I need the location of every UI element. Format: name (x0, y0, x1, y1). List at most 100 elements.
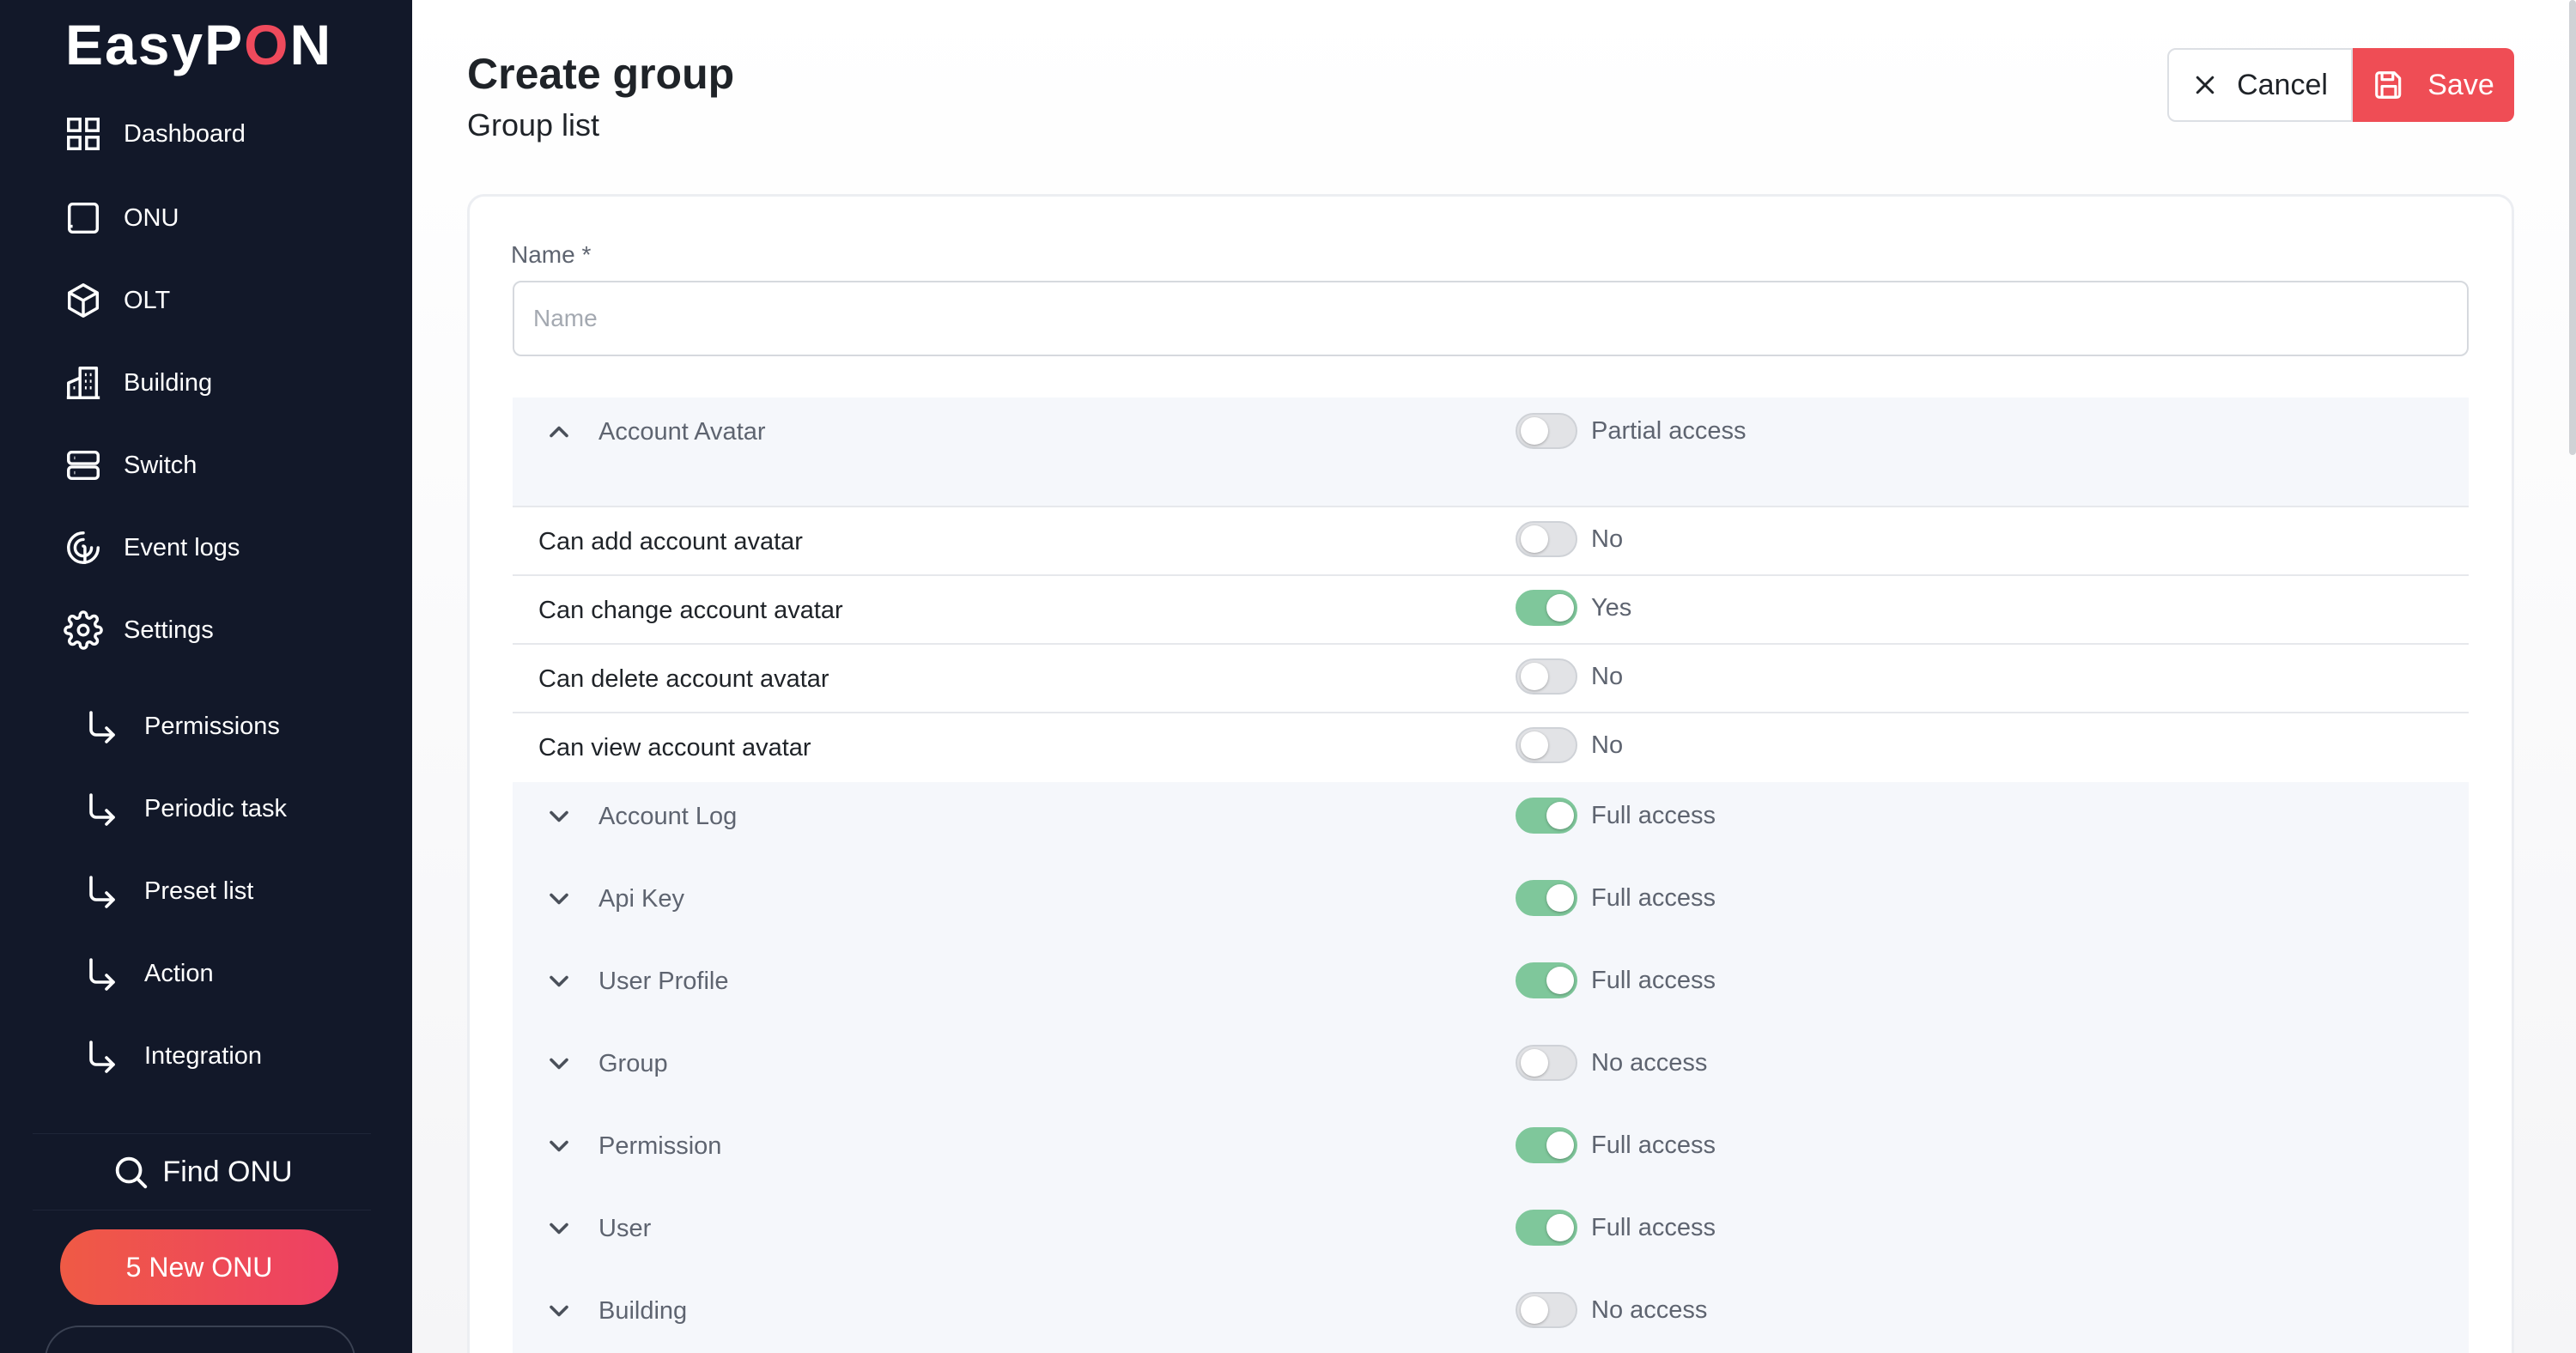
permission-row: Can change account avatar Yes (513, 576, 2469, 645)
permission-group-name: User Profile (598, 968, 729, 995)
sidebar-item-switch[interactable]: Switch (64, 441, 398, 489)
permission-row: Can delete account avatar No (513, 645, 2469, 713)
page-title: Create group (467, 50, 735, 98)
sidebar-item-olt[interactable]: OLT (64, 276, 398, 325)
permission-group-toggle[interactable]: Full access (1516, 962, 1716, 998)
logo-text-pre: EasyP (65, 13, 245, 76)
toggle-switch[interactable] (1516, 1045, 1577, 1081)
arrow-down-right-icon (86, 874, 117, 908)
fingerprint-icon (64, 528, 103, 567)
toggle-switch[interactable] (1516, 962, 1577, 998)
permission-group-toggle[interactable]: No access (1516, 1045, 1707, 1081)
access-status: Partial access (1591, 417, 1747, 445)
permission-group-user: User Full access (513, 1194, 2469, 1277)
sidebar-item-onu[interactable]: ONU (64, 194, 398, 242)
new-onu-button[interactable]: 5 New ONU (60, 1229, 338, 1305)
grid-icon (64, 114, 103, 154)
toggle-switch[interactable] (1516, 413, 1577, 449)
permission-group-name: Api Key (598, 885, 684, 913)
permission-group-name: Account Avatar (598, 418, 766, 446)
building-icon (64, 363, 103, 403)
toggle-switch[interactable] (1516, 521, 1577, 557)
arrow-down-right-icon (86, 792, 117, 826)
chevron-down-icon[interactable] (544, 883, 574, 914)
chevron-down-icon[interactable] (544, 1048, 574, 1079)
sidebar-bottom-button[interactable] (45, 1326, 355, 1353)
breadcrumb[interactable]: Group list (467, 106, 599, 144)
toggle-switch[interactable] (1516, 1127, 1577, 1163)
floppy-disk-icon (2375, 71, 2402, 99)
toggle-switch[interactable] (1516, 727, 1577, 763)
permission-group-permission: Permission Full access (513, 1112, 2469, 1194)
permission-group-name: Building (598, 1297, 688, 1325)
chevron-up-icon[interactable] (544, 416, 574, 447)
sidebar-item-label: Action (144, 959, 214, 987)
permission-status: No (1591, 525, 1624, 553)
sidebar-item-label: Settings (124, 616, 214, 644)
permission-group-api-key: Api Key Full access (513, 865, 2469, 947)
permission-row: Can view account avatar No (513, 713, 2469, 782)
sidebar-item-permissions[interactable]: Permissions (86, 702, 395, 750)
sidebar-item-label: Permissions (144, 712, 280, 740)
toggle-switch[interactable] (1516, 590, 1577, 626)
permission-name: Can add account avatar (538, 528, 803, 555)
sidebar-item-label: Building (124, 368, 213, 397)
chevron-down-icon[interactable] (544, 1131, 574, 1162)
permission-group-name: User (598, 1215, 652, 1242)
sidebar-item-preset-list[interactable]: Preset list (86, 867, 395, 915)
close-icon (2196, 76, 2215, 94)
server-icon (64, 446, 103, 485)
toggle-switch[interactable] (1516, 658, 1577, 695)
page-scrollbar[interactable] (2569, 0, 2576, 455)
gear-icon (64, 610, 103, 650)
permission-group-account-log: Account Log Full access (513, 782, 2469, 865)
save-button[interactable]: Save (2353, 48, 2514, 122)
access-status: Full access (1591, 1214, 1716, 1241)
sidebar-item-event-logs[interactable]: Event logs (64, 524, 398, 572)
arrow-down-right-icon (86, 1039, 117, 1073)
chevron-down-icon[interactable] (544, 1295, 574, 1326)
permission-group-toggle[interactable]: No access (1516, 1292, 1707, 1328)
access-status: No access (1591, 1296, 1708, 1324)
sidebar-item-integration[interactable]: Integration (86, 1032, 395, 1080)
sidebar-item-building[interactable]: Building (64, 359, 398, 407)
permission-toggle[interactable]: Yes (1516, 590, 1631, 626)
chevron-down-icon[interactable] (544, 1213, 574, 1244)
sidebar: EasyPON Dashboard ONU OLT Building Switc… (0, 0, 412, 1353)
cancel-button[interactable]: Cancel (2167, 48, 2353, 122)
toggle-switch[interactable] (1516, 880, 1577, 916)
toggle-switch[interactable] (1516, 798, 1577, 834)
toggle-switch[interactable] (1516, 1292, 1577, 1328)
permission-group-toggle[interactable]: Full access (1516, 1127, 1716, 1163)
permission-toggle[interactable]: No (1516, 521, 1623, 557)
permission-group-group: Group No access (513, 1029, 2469, 1112)
app-logo[interactable]: EasyPON (65, 12, 332, 77)
sidebar-item-periodic-task[interactable]: Periodic task (86, 785, 395, 833)
new-onu-label: 5 New ONU (125, 1251, 273, 1283)
permission-group-toggle[interactable]: Full access (1516, 1210, 1716, 1246)
save-label: Save (2427, 68, 2494, 101)
sidebar-item-action[interactable]: Action (86, 950, 395, 998)
permission-group-toggle[interactable]: Partial access (1516, 413, 1747, 449)
chevron-down-icon[interactable] (544, 966, 574, 997)
main-content: Create group Group list Cancel Save Name… (412, 0, 2576, 1353)
name-input[interactable] (513, 281, 2469, 356)
chevron-down-icon[interactable] (544, 801, 574, 832)
permission-group-toggle[interactable]: Full access (1516, 798, 1716, 834)
permission-group-user-profile: User Profile Full access (513, 947, 2469, 1029)
permission-group-name: Permission (598, 1132, 722, 1160)
sidebar-item-settings[interactable]: Settings (64, 606, 398, 654)
toggle-switch[interactable] (1516, 1210, 1577, 1246)
permission-group-toggle[interactable]: Full access (1516, 880, 1716, 916)
permission-status: No (1591, 663, 1624, 690)
permission-toggle[interactable]: No (1516, 658, 1623, 695)
find-onu-label: Find ONU (162, 1155, 293, 1188)
square-icon (64, 198, 103, 238)
sidebar-item-dashboard[interactable]: Dashboard (64, 110, 398, 158)
permission-toggle[interactable]: No (1516, 727, 1623, 763)
find-onu-button[interactable]: Find ONU (33, 1133, 371, 1210)
group-form-card: Name * Account Avatar Partial access Can… (467, 194, 2514, 1353)
permission-name: Can change account avatar (538, 597, 843, 624)
cube-icon (64, 281, 103, 320)
permission-group-name: Group (598, 1050, 668, 1077)
